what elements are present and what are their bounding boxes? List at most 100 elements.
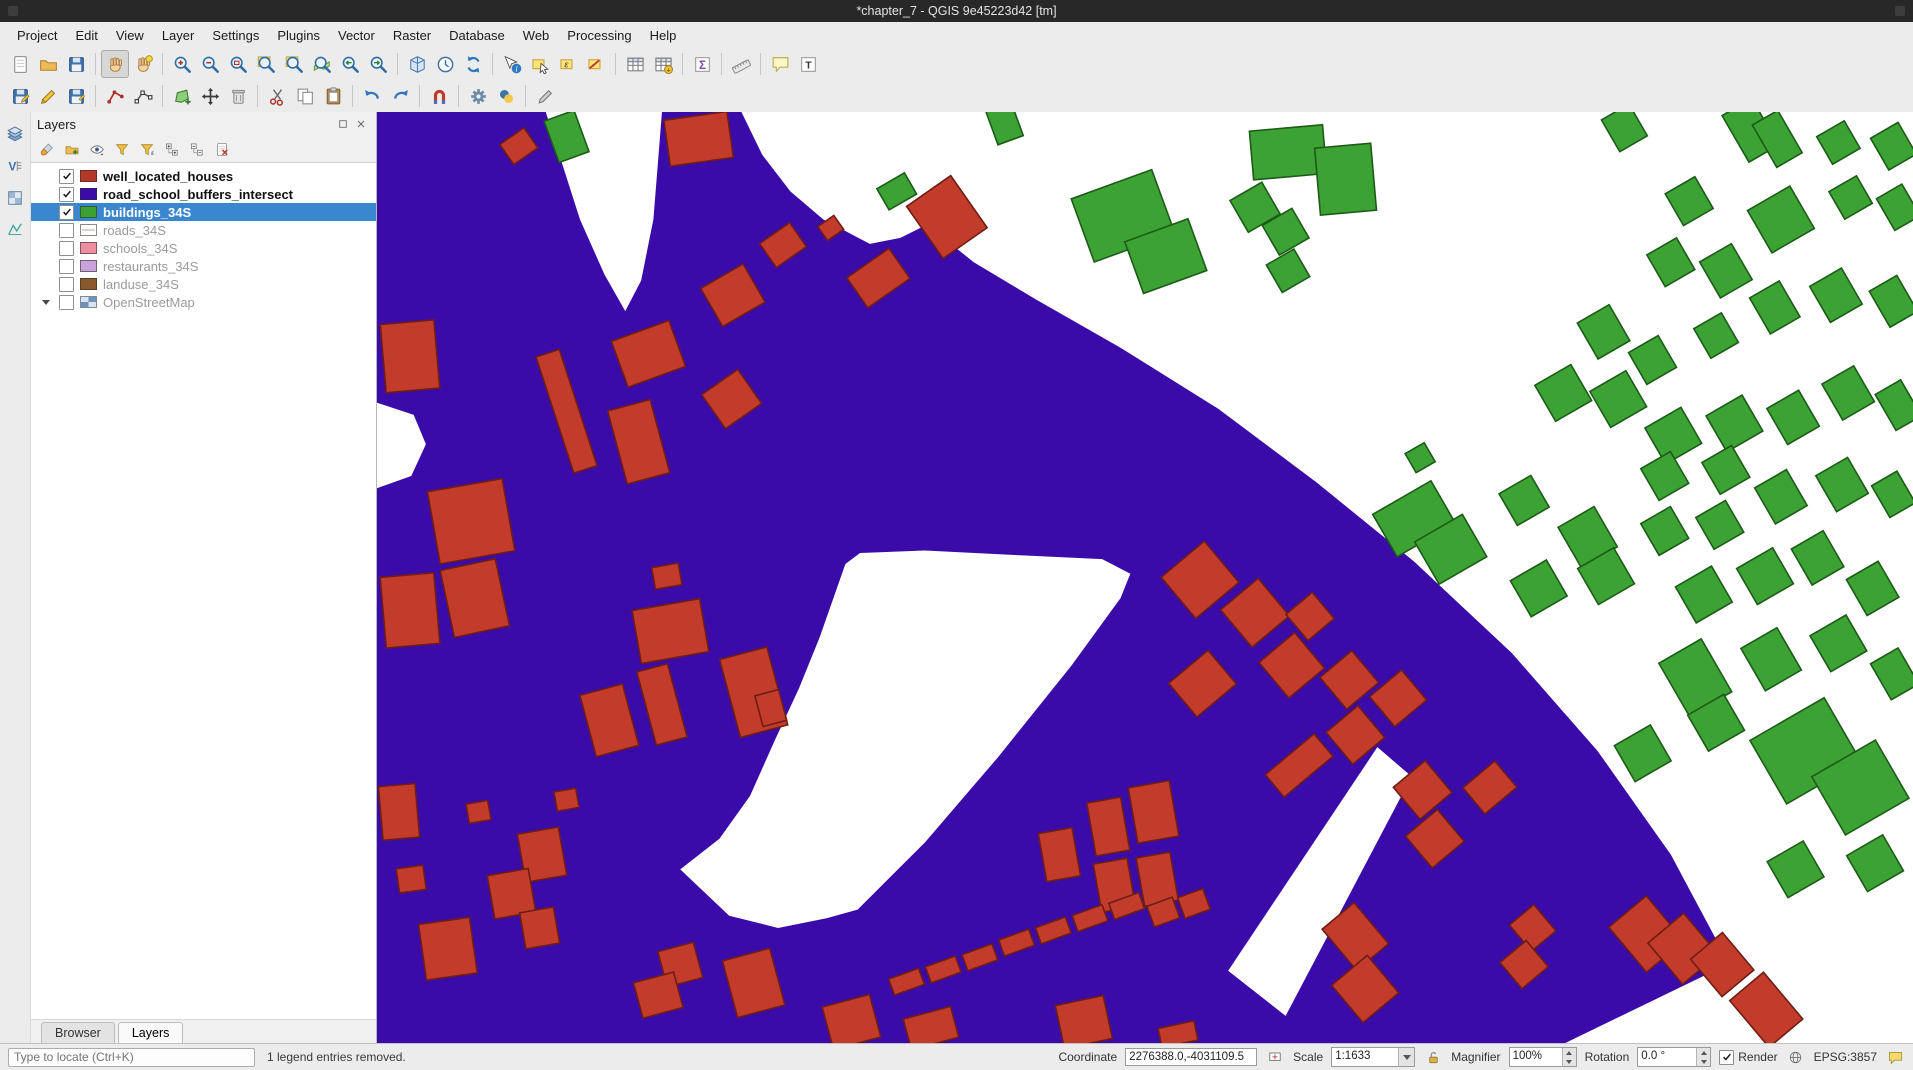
snapping-options-button[interactable] xyxy=(425,82,453,110)
layer-item-well_located_houses[interactable]: well_located_houses xyxy=(31,167,376,185)
undo-button[interactable] xyxy=(358,82,386,110)
magnifier-down[interactable] xyxy=(1563,1057,1576,1066)
window-menu-icon[interactable] xyxy=(1895,6,1905,16)
layer-item-roads_34S[interactable]: roads_34S xyxy=(31,221,376,239)
layer-visibility-checkbox[interactable] xyxy=(59,223,74,238)
layer-visibility-checkbox[interactable] xyxy=(59,205,74,220)
pencil-annotation-button[interactable] xyxy=(531,82,559,110)
menu-item-processing[interactable]: Processing xyxy=(558,24,640,47)
menu-item-vector[interactable]: Vector xyxy=(329,24,384,47)
select-by-expression-button[interactable]: ε xyxy=(554,50,582,78)
layer-visibility-checkbox[interactable] xyxy=(59,259,74,274)
scale-combo[interactable] xyxy=(1331,1047,1415,1067)
data-source-manager-button[interactable] xyxy=(3,122,27,146)
rotation-spinbox[interactable] xyxy=(1637,1047,1711,1067)
menu-item-raster[interactable]: Raster xyxy=(384,24,440,47)
scale-input[interactable] xyxy=(1332,1048,1398,1064)
layer-visibility-checkbox[interactable] xyxy=(59,187,74,202)
panel-close-button[interactable] xyxy=(352,115,370,133)
copy-features-button[interactable] xyxy=(291,82,319,110)
menu-item-help[interactable]: Help xyxy=(641,24,686,47)
map-tips-button[interactable] xyxy=(766,50,794,78)
move-feature-button[interactable] xyxy=(196,82,224,110)
pan-map-button[interactable] xyxy=(101,50,129,78)
paste-features-button[interactable] xyxy=(319,82,347,110)
zoom-to-selection-button[interactable] xyxy=(280,50,308,78)
menu-item-project[interactable]: Project xyxy=(8,24,66,47)
open-project-button[interactable] xyxy=(34,50,62,78)
rotation-down[interactable] xyxy=(1697,1057,1710,1066)
menu-item-settings[interactable]: Settings xyxy=(203,24,268,47)
zoom-out-button[interactable] xyxy=(196,50,224,78)
menu-item-database[interactable]: Database xyxy=(440,24,514,47)
zoom-to-layer-button[interactable] xyxy=(308,50,336,78)
locate-input[interactable] xyxy=(8,1048,255,1067)
crs-icon[interactable] xyxy=(1786,1047,1806,1067)
magnifier-input[interactable] xyxy=(1510,1048,1562,1064)
panel-float-button[interactable] xyxy=(334,115,352,133)
new-3d-map-button[interactable] xyxy=(403,50,431,78)
zoom-full-button[interactable] xyxy=(252,50,280,78)
current-edits-button[interactable] xyxy=(6,82,34,110)
python-console-button[interactable] xyxy=(492,82,520,110)
vertex-tool-button[interactable] xyxy=(129,82,157,110)
scale-combo-arrow[interactable] xyxy=(1398,1048,1414,1066)
add-raster-layer-button[interactable] xyxy=(3,186,27,210)
field-calculator-button[interactable]: + xyxy=(649,50,677,78)
rotation-up[interactable] xyxy=(1697,1048,1710,1057)
layer-visibility-checkbox[interactable] xyxy=(59,277,74,292)
layer-expander-icon[interactable] xyxy=(39,295,53,309)
pan-to-selection-button[interactable] xyxy=(129,50,157,78)
magnifier-spinbox[interactable] xyxy=(1509,1047,1577,1067)
layer-item-landuse_34S[interactable]: landuse_34S xyxy=(31,275,376,293)
layer-item-schools_34S[interactable]: schools_34S xyxy=(31,239,376,257)
render-checkbox-box[interactable] xyxy=(1719,1050,1734,1065)
coordinate-input[interactable] xyxy=(1125,1048,1257,1066)
zoom-last-button[interactable] xyxy=(336,50,364,78)
add-polygon-feature-button[interactable] xyxy=(168,82,196,110)
delete-selected-button[interactable] xyxy=(224,82,252,110)
layer-visibility-checkbox[interactable] xyxy=(59,295,74,310)
save-project-button[interactable] xyxy=(62,50,90,78)
map-canvas[interactable] xyxy=(377,112,1913,1044)
menu-item-view[interactable]: View xyxy=(107,24,153,47)
layer-item-road_school_buffers_intersect[interactable]: road_school_buffers_intersect xyxy=(31,185,376,203)
toggle-editing-button[interactable] xyxy=(34,82,62,110)
layer-visibility-checkbox[interactable] xyxy=(59,169,74,184)
zoom-actual-button[interactable] xyxy=(224,50,252,78)
remove-layer-group-button[interactable] xyxy=(211,138,233,160)
measure-line-button[interactable] xyxy=(727,50,755,78)
zoom-next-button[interactable] xyxy=(364,50,392,78)
processing-toolbox-button[interactable] xyxy=(464,82,492,110)
identify-features-button[interactable]: i xyxy=(498,50,526,78)
open-attribute-table-button[interactable] xyxy=(621,50,649,78)
add-vector-layer-button[interactable]: V xyxy=(3,154,27,178)
statistical-summary-button[interactable]: Σ xyxy=(688,50,716,78)
zoom-in-button[interactable] xyxy=(168,50,196,78)
add-mesh-layer-button[interactable] xyxy=(3,218,27,242)
render-checkbox[interactable]: Render xyxy=(1719,1050,1777,1065)
manage-map-themes-button[interactable] xyxy=(86,138,108,160)
filter-legend-button[interactable] xyxy=(111,138,133,160)
extent-toggle-icon[interactable] xyxy=(1265,1047,1285,1067)
rotation-input[interactable] xyxy=(1638,1048,1696,1064)
text-annotation-button[interactable]: T xyxy=(794,50,822,78)
layer-item-restaurants_34S[interactable]: restaurants_34S xyxy=(31,257,376,275)
menu-item-plugins[interactable]: Plugins xyxy=(268,24,329,47)
panel-tab-layers[interactable]: Layers xyxy=(118,1022,184,1044)
deselect-all-button[interactable] xyxy=(582,50,610,78)
save-layer-edits-button[interactable] xyxy=(62,82,90,110)
magnifier-up[interactable] xyxy=(1563,1048,1576,1057)
digitize-with-segment-button[interactable] xyxy=(101,82,129,110)
temporal-control-button[interactable] xyxy=(431,50,459,78)
crs-label[interactable]: EPSG:3857 xyxy=(1814,1050,1877,1064)
menu-item-edit[interactable]: Edit xyxy=(66,24,106,47)
layer-visibility-checkbox[interactable] xyxy=(59,241,74,256)
expand-all-button[interactable] xyxy=(161,138,183,160)
panel-tab-browser[interactable]: Browser xyxy=(41,1022,115,1044)
log-messages-icon[interactable] xyxy=(1885,1047,1905,1067)
add-group-button[interactable] xyxy=(61,138,83,160)
menu-item-layer[interactable]: Layer xyxy=(153,24,204,47)
new-project-button[interactable] xyxy=(6,50,34,78)
refresh-button[interactable] xyxy=(459,50,487,78)
